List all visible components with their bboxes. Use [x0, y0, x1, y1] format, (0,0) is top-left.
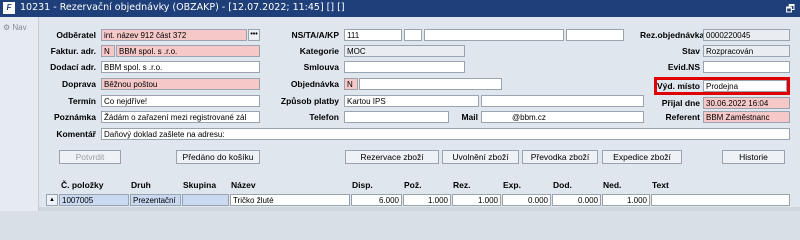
- rezervace-zbozi-button[interactable]: Rezervace zboží: [345, 150, 439, 164]
- telefon-label: Telefon: [309, 112, 339, 122]
- referent-label: Referent: [665, 112, 700, 122]
- odberatel-field[interactable]: int. název 912 část 372: [101, 29, 247, 41]
- ns-field[interactable]: 111: [344, 29, 402, 41]
- ta-field[interactable]: [404, 29, 422, 41]
- zpusob-platby-label: Způsob platby: [280, 96, 339, 106]
- dodaci-adr-label: Dodací adr.: [50, 62, 96, 72]
- row-exp-cell[interactable]: 0.000: [502, 194, 551, 206]
- kp-field[interactable]: [566, 29, 624, 41]
- smlouva-label: Smlouva: [303, 62, 339, 72]
- column-header-exp[interactable]: Exp.: [503, 180, 521, 190]
- poznamka-label: Poznámka: [53, 112, 96, 122]
- title-bar: F 10231 - Rezervační objednávky (OBZAKP)…: [0, 0, 800, 17]
- row-rez-cell[interactable]: 1.000: [452, 194, 501, 206]
- column-header-dod[interactable]: Dod.: [553, 180, 572, 190]
- column-header-ned[interactable]: Ned.: [603, 180, 621, 190]
- stav-label: Stav: [682, 46, 700, 56]
- sidebar: ⚙ Nav: [0, 17, 39, 211]
- komentar-label: Komentář: [56, 129, 96, 139]
- window-title: 10231 - Rezervační objednávky (OBZAKP) -…: [20, 2, 345, 13]
- predano-do-kosiku-button[interactable]: Předáno do košíku: [176, 150, 260, 164]
- termin-field[interactable]: Co nejdříve!: [101, 95, 260, 107]
- a-field[interactable]: [424, 29, 564, 41]
- uvolneni-zbozi-button[interactable]: Uvolnění zboží: [442, 150, 519, 164]
- row-druh-cell[interactable]: Prezentační: [130, 194, 181, 206]
- row-poz-cell[interactable]: 1.000: [403, 194, 451, 206]
- kategorie-field[interactable]: MOC: [344, 45, 465, 57]
- row-skupina-cell[interactable]: [182, 194, 229, 206]
- horizontal-scrollbar[interactable]: [39, 207, 800, 211]
- column-header-skupina[interactable]: Skupina: [183, 180, 216, 190]
- expedice-zbozi-button[interactable]: Expedice zboží: [602, 150, 682, 164]
- referent-field[interactable]: BBM Zaměstnanc: [703, 111, 790, 123]
- ns-ta-label: NS/TA/A/KP: [291, 30, 339, 40]
- komentar-field[interactable]: Daňový doklad zašlete na adresu:: [101, 128, 790, 140]
- row-dod-cell[interactable]: 0.000: [552, 194, 601, 206]
- faktur-adr-field[interactable]: BBM spol. s .r.o.: [116, 45, 260, 57]
- zpusob-platby-detail-field[interactable]: [481, 95, 644, 107]
- prevodka-zbozi-button[interactable]: Převodka zboží: [522, 150, 598, 164]
- row-text-cell[interactable]: [651, 194, 790, 206]
- termin-label: Termín: [68, 96, 96, 106]
- stav-field[interactable]: Rozpracován: [703, 45, 790, 57]
- column-header-disp[interactable]: Disp.: [352, 180, 373, 190]
- objednavka-label: Objednávka: [290, 79, 339, 89]
- app-icon: F: [3, 2, 15, 14]
- mail-label: Mail: [461, 112, 478, 122]
- telefon-field[interactable]: [344, 111, 449, 123]
- zpusob-platby-field[interactable]: Kartou IPS: [344, 95, 479, 107]
- column-header-text[interactable]: Text: [652, 180, 669, 190]
- gear-icon: ⚙: [3, 23, 11, 32]
- row-disp-cell[interactable]: 6.000: [351, 194, 402, 206]
- smlouva-field[interactable]: [344, 61, 465, 73]
- odberatel-label: Odběratel: [56, 30, 96, 40]
- evid-ns-label: Evid.NS: [667, 62, 700, 72]
- nav-label: Nav: [12, 23, 27, 32]
- grid-scroll-up-icon[interactable]: ▲: [46, 194, 58, 206]
- row-cislo-cell[interactable]: 1007005: [59, 194, 129, 206]
- mail-field[interactable]: @bbm.cz: [481, 111, 644, 123]
- vyd-misto-highlight: [654, 77, 790, 95]
- column-header-cislo[interactable]: Č. položky: [61, 180, 104, 190]
- objednavka-field[interactable]: [359, 78, 502, 90]
- column-header-nazev[interactable]: Název: [231, 180, 256, 190]
- faktur-adr-label: Faktur. adr.: [50, 46, 96, 56]
- evid-ns-field[interactable]: [703, 61, 790, 73]
- rez-objednavka-field[interactable]: 0000220045: [703, 29, 790, 41]
- faktur-adr-code-field[interactable]: N: [101, 45, 115, 57]
- poznamka-field[interactable]: Žádám o zařazení mezi registrované zál: [101, 111, 260, 123]
- row-ned-cell[interactable]: 1.000: [602, 194, 650, 206]
- potvrdit-button[interactable]: Potvrdit: [59, 150, 121, 164]
- prijal-dne-field[interactable]: 30.06.2022 16:04: [703, 97, 790, 109]
- prijal-dne-label: Přijal dne: [661, 98, 700, 108]
- kategorie-label: Kategorie: [299, 46, 339, 56]
- row-nazev-cell[interactable]: Tričko žluté: [230, 194, 350, 206]
- rez-objednavka-label: Rez.objednávka: [640, 30, 705, 40]
- objednavka-code-field[interactable]: N: [344, 78, 358, 90]
- dodaci-adr-field[interactable]: BBM spol. s .r.o.: [101, 61, 260, 73]
- historie-button[interactable]: Historie: [722, 150, 785, 164]
- column-header-poz[interactable]: Pož.: [404, 180, 421, 190]
- odberatel-lookup-button[interactable]: •••: [248, 29, 260, 41]
- doprava-label: Doprava: [61, 79, 96, 89]
- nav-toggle[interactable]: ⚙ Nav: [3, 23, 27, 32]
- doprava-field[interactable]: Běžnou poštou: [101, 78, 260, 90]
- column-header-druh[interactable]: Druh: [131, 180, 151, 190]
- column-header-rez[interactable]: Rez.: [453, 180, 470, 190]
